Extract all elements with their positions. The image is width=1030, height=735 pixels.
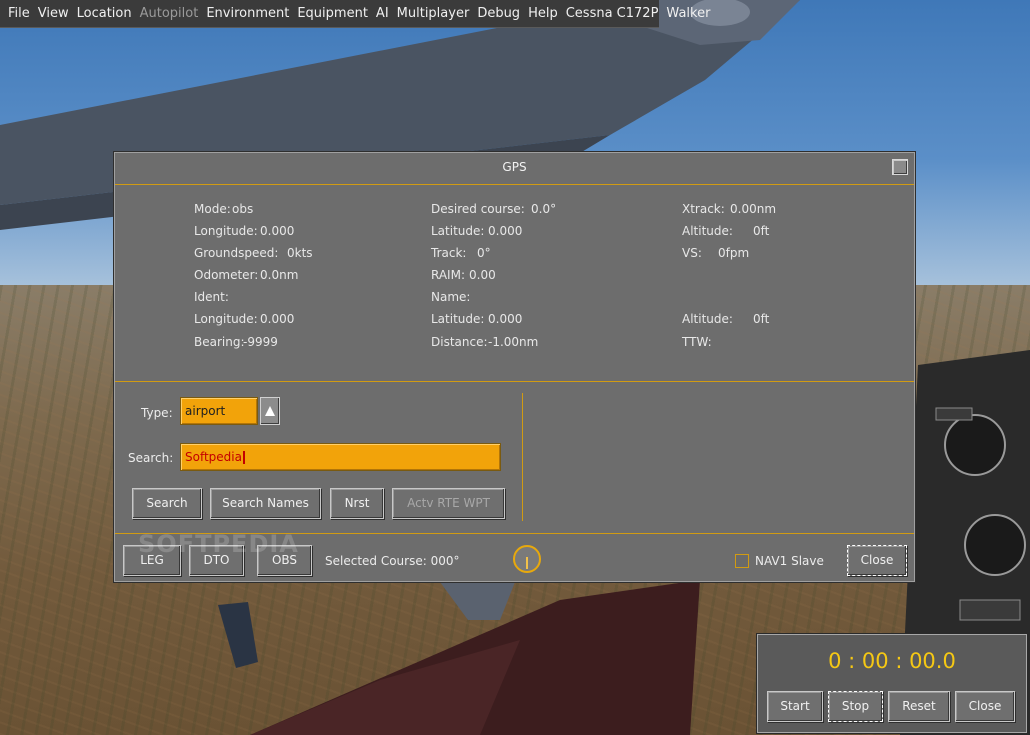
- menu-item-file[interactable]: File: [4, 6, 34, 21]
- nrst-button[interactable]: Nrst: [330, 488, 384, 519]
- search-input[interactable]: Softpedia: [180, 443, 501, 471]
- raim-value: 0.00: [469, 268, 496, 282]
- nav1-slave-checkbox[interactable]: [735, 554, 749, 568]
- mode-label: Mode:: [194, 202, 231, 216]
- type-label: Type:: [141, 406, 173, 420]
- search-names-button[interactable]: Search Names: [210, 488, 321, 519]
- stop-button[interactable]: Stop: [828, 691, 883, 722]
- xtrack-label: Xtrack:: [682, 202, 725, 216]
- menu-item-location[interactable]: Location: [73, 6, 136, 21]
- divider: [115, 381, 914, 382]
- raim-label: RAIM:: [431, 268, 465, 282]
- waypoint-altitude-label: Altitude:: [682, 312, 733, 326]
- menu-item-cessna-c172p[interactable]: Cessna C172P: [562, 6, 663, 21]
- latitude-label: Latitude:: [431, 224, 485, 238]
- altitude-value: 0ft: [753, 224, 770, 238]
- odometer-label: Odometer:: [194, 268, 259, 282]
- desired-course-label: Desired course:: [431, 202, 525, 216]
- stopwatch-time: 0 : 00 : 00.0: [828, 649, 956, 673]
- latitude-value: 0.000: [488, 224, 523, 238]
- mode-value: obs: [232, 202, 254, 216]
- divider: [522, 393, 523, 521]
- track-label: Track:: [431, 246, 467, 260]
- selected-course-label: Selected Course: 000°: [325, 554, 460, 568]
- dialog-close-box[interactable]: [892, 159, 908, 175]
- course-knob-icon[interactable]: [513, 545, 541, 573]
- groundspeed-value: 0kts: [287, 246, 313, 260]
- longitude-label: Longitude:: [194, 224, 258, 238]
- bearing-value: -9999: [243, 335, 278, 349]
- groundspeed-label: Groundspeed:: [194, 246, 279, 260]
- close-button[interactable]: Close: [847, 545, 907, 576]
- stopwatch-dialog: 0 : 00 : 00.0 Start Stop Reset Close: [757, 634, 1027, 733]
- stopwatch-close-button[interactable]: Close: [955, 691, 1015, 722]
- distance-label: Distance:: [431, 335, 488, 349]
- menu-item-multiplayer[interactable]: Multiplayer: [393, 6, 474, 21]
- type-select[interactable]: airport: [180, 397, 258, 425]
- menu-item-debug[interactable]: Debug: [473, 6, 524, 21]
- gps-dialog: GPS Mode: obs Longitude: 0.000 Groundspe…: [114, 152, 915, 582]
- type-select-arrow-icon[interactable]: [260, 397, 280, 425]
- odometer-value: 0.0nm: [260, 268, 299, 282]
- distance-value: -1.00nm: [488, 335, 539, 349]
- bearing-label: Bearing:: [194, 335, 245, 349]
- waypoint-latitude-value: 0.000: [488, 312, 523, 326]
- menu-item-autopilot[interactable]: Autopilot: [136, 6, 203, 21]
- ttw-label: TTW:: [682, 335, 712, 349]
- waypoint-longitude-label: Longitude:: [194, 312, 258, 326]
- menu-item-help[interactable]: Help: [524, 6, 562, 21]
- ident-label: Ident:: [194, 290, 229, 304]
- watermark: SOFTPEDIA: [138, 530, 299, 558]
- start-button[interactable]: Start: [767, 691, 823, 722]
- actv-rte-wpt-button[interactable]: Actv RTE WPT: [392, 488, 505, 519]
- nav1-slave-label: NAV1 Slave: [755, 554, 824, 568]
- vs-label: VS:: [682, 246, 702, 260]
- text-caret: [242, 451, 245, 464]
- menu-item-walker[interactable]: Walker: [662, 6, 714, 21]
- waypoint-longitude-value: 0.000: [260, 312, 295, 326]
- menu-item-environment[interactable]: Environment: [202, 6, 293, 21]
- gps-dialog-title: GPS: [502, 160, 527, 174]
- longitude-value: 0.000: [260, 224, 295, 238]
- waypoint-altitude-value: 0ft: [753, 312, 770, 326]
- desired-course-value: 0.0°: [531, 202, 557, 216]
- search-button[interactable]: Search: [132, 488, 202, 519]
- search-label: Search:: [128, 451, 174, 465]
- reset-button[interactable]: Reset: [888, 691, 950, 722]
- name-label: Name:: [431, 290, 471, 304]
- menu-bar: File View Location Autopilot Environment Equi…: [0, 0, 710, 28]
- altitude-label: Altitude:: [682, 224, 733, 238]
- divider: [115, 184, 914, 185]
- search-input-text: Softpedia: [185, 450, 242, 464]
- track-value: 0°: [477, 246, 491, 260]
- menu-item-equipment[interactable]: Equipment: [293, 6, 372, 21]
- xtrack-value: 0.00nm: [730, 202, 777, 216]
- waypoint-latitude-label: Latitude:: [431, 312, 485, 326]
- menu-item-ai[interactable]: AI: [372, 6, 393, 21]
- vs-value: 0fpm: [718, 246, 750, 260]
- menu-item-view[interactable]: View: [34, 6, 73, 21]
